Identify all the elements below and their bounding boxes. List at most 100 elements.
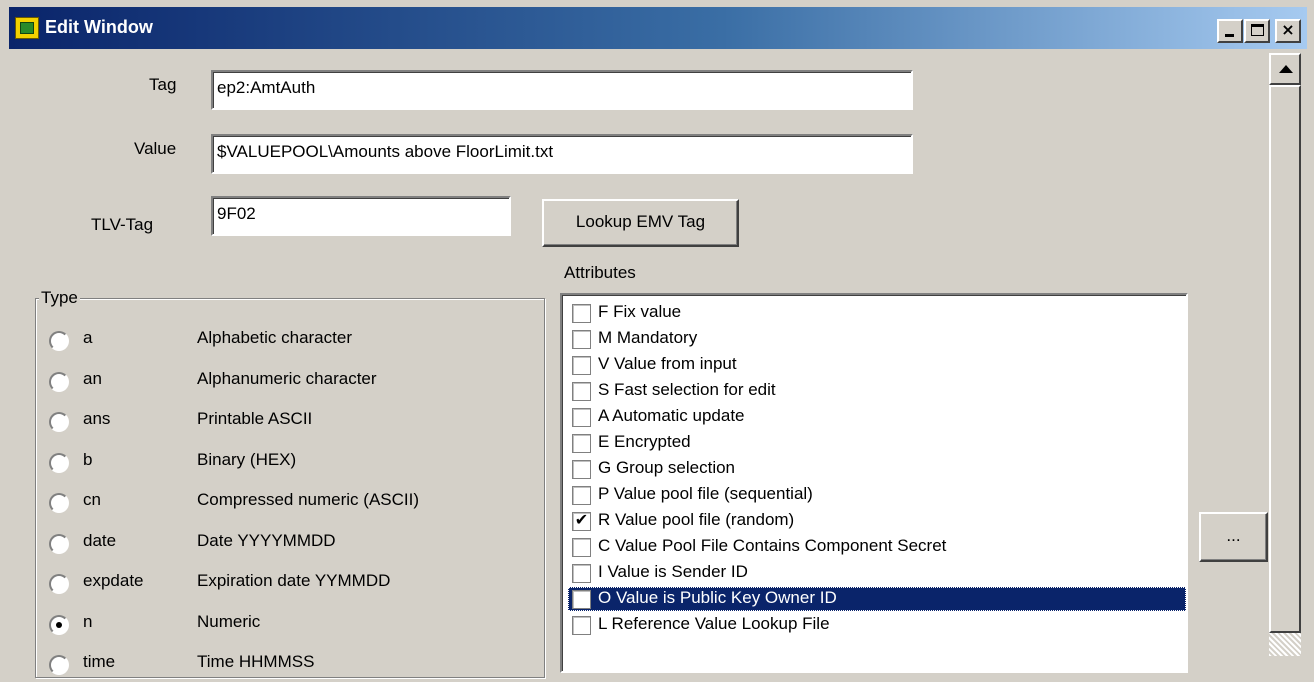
radio-button[interactable] — [49, 331, 69, 351]
radio-button[interactable] — [49, 412, 69, 432]
attribute-checkbox[interactable] — [572, 616, 591, 635]
attribute-item[interactable]: V Value from input — [568, 353, 1186, 377]
attribute-checkbox[interactable] — [572, 590, 591, 609]
up-arrow-icon — [1279, 65, 1293, 73]
radio-button[interactable] — [49, 533, 69, 554]
attribute-checkbox[interactable] — [572, 564, 591, 583]
type-group-legend: Type — [39, 288, 80, 308]
ellipsis-button[interactable]: ... — [1199, 512, 1268, 562]
value-label: Value — [134, 139, 177, 158]
attribute-checkbox[interactable] — [572, 434, 591, 453]
type-option-time[interactable]: time Time HHMMSS — [49, 652, 529, 682]
type-option-description: Expiration date YYMMDD — [197, 571, 391, 590]
attribute-item[interactable]: ✔ R Value pool file (random) — [568, 509, 1186, 533]
type-option-an[interactable]: an Alphanumeric character — [49, 369, 529, 399]
attribute-checkbox[interactable] — [572, 304, 591, 323]
maximize-icon — [1251, 24, 1264, 36]
type-option-a[interactable]: a Alphabetic character — [49, 328, 529, 358]
lookup-emv-tag-button[interactable]: Lookup EMV Tag — [542, 199, 739, 247]
close-icon: × — [1281, 20, 1295, 39]
attribute-checkbox[interactable] — [572, 408, 591, 427]
type-option-description: Date YYYYMMDD — [197, 530, 336, 550]
attribute-checkbox[interactable] — [572, 382, 591, 401]
radio-button[interactable] — [49, 574, 69, 594]
edit-window: Edit Window × Tag ep2:AmtAuth Value $VAL… — [0, 0, 1314, 678]
attribute-label: I Value is Sender ID — [598, 562, 748, 581]
attribute-item[interactable]: P Value pool file (sequential) — [568, 483, 1186, 507]
type-option-ans[interactable]: ans Printable ASCII — [49, 409, 529, 439]
type-option-cn[interactable]: cn Compressed numeric (ASCII) — [49, 490, 529, 520]
type-option-description: Alphabetic character — [197, 328, 352, 347]
value-input[interactable]: $VALUEPOOL\Amounts above FloorLimit.txt — [211, 134, 913, 174]
attribute-label: F Fix value — [598, 302, 682, 321]
ellipsis-label: ... — [1226, 526, 1241, 545]
tlv-tag-input[interactable]: 9F02 — [211, 196, 511, 236]
type-option-code: ans — [83, 409, 111, 428]
radio-button[interactable] — [49, 371, 69, 392]
tlv-tag-label: TLV-Tag — [91, 215, 154, 234]
type-option-description: Compressed numeric (ASCII) — [197, 490, 420, 509]
radio-button[interactable] — [49, 452, 69, 473]
attribute-label: O Value is Public Key Owner ID — [598, 588, 837, 607]
type-option-date[interactable]: date Date YYYYMMDD — [49, 531, 529, 561]
attribute-checkbox[interactable]: ✔ — [572, 510, 591, 531]
type-option-code: n — [83, 611, 93, 631]
attribute-checkbox[interactable] — [572, 330, 591, 349]
type-option-expdate[interactable]: expdate Expiration date YYMMDD — [49, 571, 529, 601]
attribute-item[interactable]: M Mandatory — [568, 327, 1186, 351]
attribute-label: L Reference Value Lookup File — [598, 614, 830, 633]
type-option-description: Printable ASCII — [197, 409, 313, 428]
attribute-checkbox[interactable] — [572, 460, 591, 479]
scroll-thumb[interactable] — [1269, 85, 1301, 633]
scroll-track[interactable] — [1269, 633, 1301, 656]
tag-input-value: ep2:AmtAuth — [217, 78, 316, 97]
value-input-value: $VALUEPOOL\Amounts above FloorLimit.txt — [217, 142, 554, 161]
attribute-item[interactable]: O Value is Public Key Owner ID — [568, 587, 1186, 611]
radio-button[interactable] — [49, 493, 69, 513]
type-option-description: Time HHMMSS — [197, 652, 315, 671]
type-option-code: time — [83, 652, 116, 671]
attribute-item[interactable]: I Value is Sender ID — [568, 561, 1186, 585]
title-bar[interactable]: Edit Window × — [9, 7, 1307, 49]
tag-label: Tag — [149, 75, 177, 94]
lookup-emv-tag-label: Lookup EMV Tag — [575, 212, 706, 231]
attribute-checkbox[interactable] — [572, 538, 591, 557]
attribute-item[interactable]: L Reference Value Lookup File — [568, 613, 1186, 637]
type-option-description: Binary (HEX) — [197, 449, 297, 469]
app-icon[interactable] — [15, 17, 39, 39]
window-title: Edit Window — [45, 17, 153, 37]
type-option-b[interactable]: b Binary (HEX) — [49, 450, 529, 480]
tag-input[interactable]: ep2:AmtAuth — [211, 70, 913, 110]
type-option-n[interactable]: n Numeric — [49, 612, 529, 642]
attribute-item[interactable]: S Fast selection for edit — [568, 379, 1186, 403]
attribute-item[interactable]: C Value Pool File Contains Component Sec… — [568, 535, 1186, 559]
maximize-button[interactable] — [1244, 19, 1270, 43]
attribute-label: P Value pool file (sequential) — [598, 484, 813, 503]
attribute-item[interactable]: F Fix value — [568, 301, 1186, 325]
vertical-scrollbar[interactable] — [1269, 53, 1301, 656]
type-option-code: a — [83, 328, 93, 347]
attributes-label: Attributes — [564, 263, 636, 282]
radio-button[interactable] — [49, 655, 69, 675]
type-option-code: an — [83, 368, 102, 388]
type-option-code: expdate — [83, 571, 144, 590]
attribute-checkbox[interactable] — [572, 356, 591, 375]
close-button[interactable]: × — [1275, 19, 1301, 43]
attribute-label: C Value Pool File Contains Component Sec… — [598, 536, 947, 555]
attribute-label: G Group selection — [598, 458, 736, 477]
radio-selected-dot — [56, 621, 62, 628]
attributes-listbox[interactable]: F Fix value M Mandatory V Value from input… — [560, 293, 1188, 673]
minimize-button[interactable] — [1217, 19, 1243, 43]
type-option-code: cn — [83, 490, 101, 509]
attribute-item[interactable]: G Group selection — [568, 457, 1186, 481]
attribute-checkbox[interactable] — [572, 486, 591, 505]
attribute-label: M Mandatory — [598, 328, 698, 347]
type-option-code: b — [83, 449, 93, 469]
scroll-up-button[interactable] — [1269, 53, 1301, 85]
radio-button[interactable] — [49, 614, 69, 635]
attribute-label: A Automatic update — [598, 406, 745, 425]
attribute-label: R Value pool file (random) — [598, 510, 795, 529]
type-option-description: Alphanumeric character — [197, 368, 377, 388]
attribute-item[interactable]: E Encrypted — [568, 431, 1186, 455]
attribute-item[interactable]: A Automatic update — [568, 405, 1186, 429]
